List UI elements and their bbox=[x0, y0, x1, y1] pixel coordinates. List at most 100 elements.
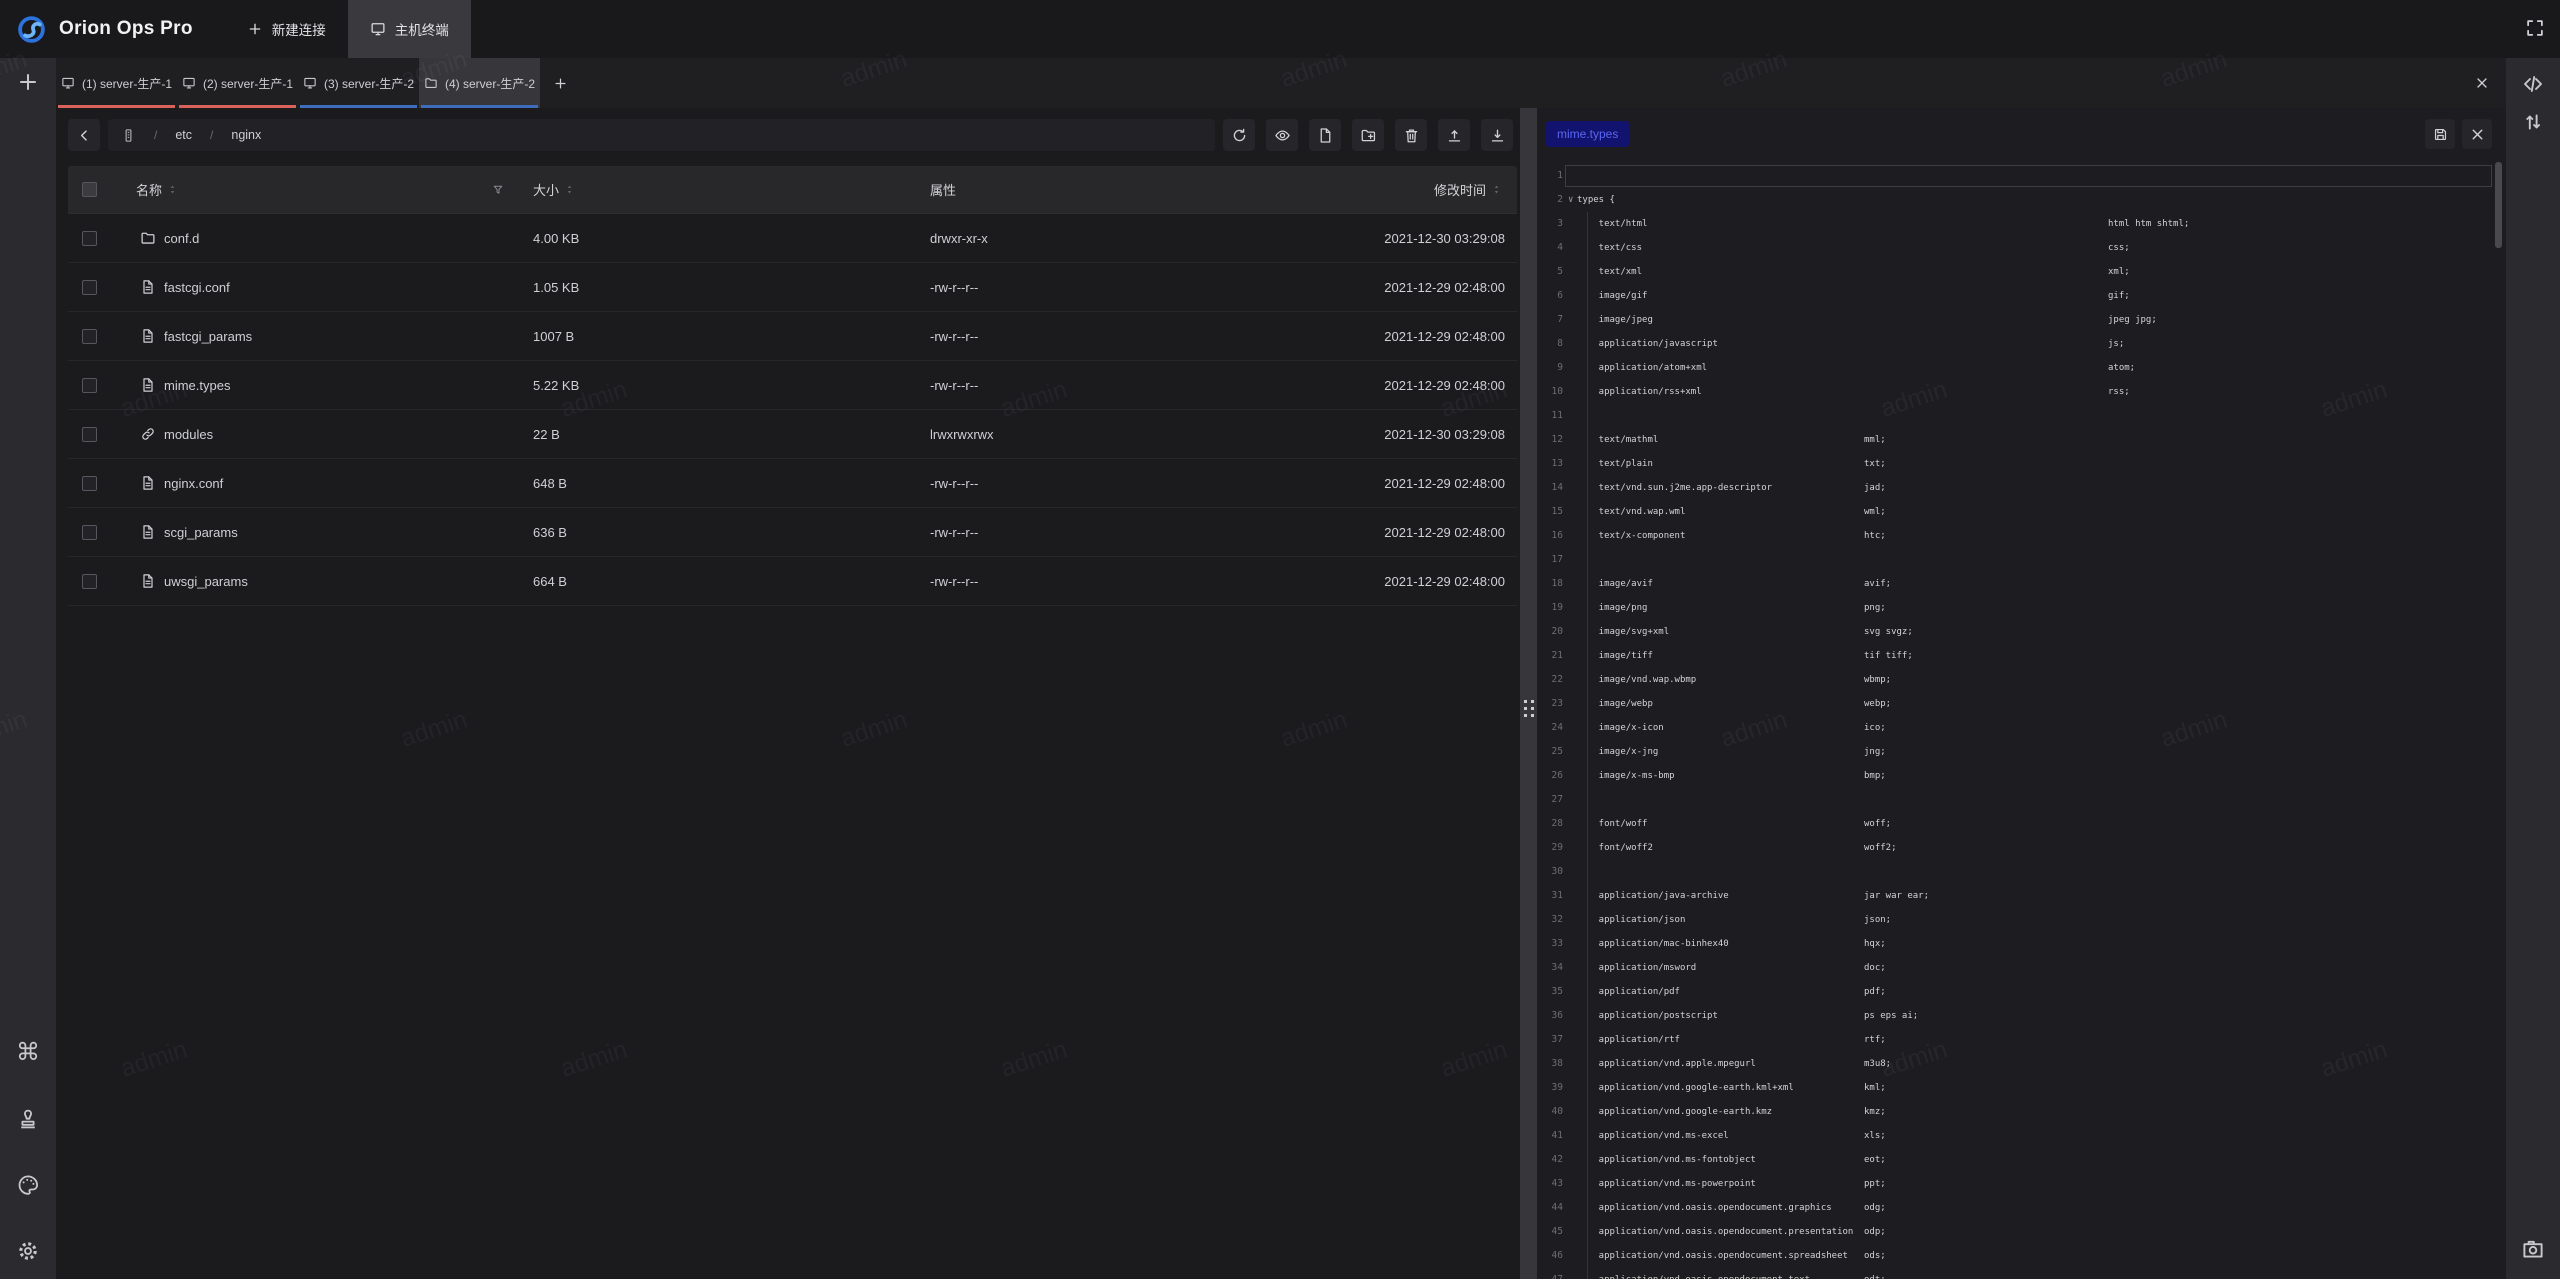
session-tab[interactable]: (1) server-生产-1 bbox=[56, 58, 177, 108]
upload-button[interactable] bbox=[1438, 119, 1470, 151]
line-number: 23 bbox=[1537, 692, 1563, 716]
fold-icon[interactable]: ∨ bbox=[1568, 188, 1573, 212]
code-line: 7 image/jpeg jpeg jpg; bbox=[1537, 308, 2506, 332]
code-extensions: css; bbox=[2108, 236, 2130, 260]
new-folder-button[interactable] bbox=[1352, 119, 1384, 151]
file-permissions: -rw-r--r-- bbox=[930, 378, 1380, 393]
code-text: image/svg+xml bbox=[1577, 620, 1669, 644]
select-all-checkbox[interactable] bbox=[82, 182, 97, 197]
line-number: 32 bbox=[1537, 908, 1563, 932]
session-tab-label: (3) server-生产-2 bbox=[324, 75, 414, 92]
row-checkbox[interactable] bbox=[82, 427, 97, 442]
line-number: 29 bbox=[1537, 836, 1563, 860]
right-rail bbox=[2506, 58, 2560, 1279]
file-name[interactable]: fastcgi.conf bbox=[164, 280, 230, 295]
row-checkbox[interactable] bbox=[82, 378, 97, 393]
code-text: application/vnd.oasis.opendocument.prese… bbox=[1577, 1220, 1853, 1244]
session-tab[interactable]: (3) server-生产-2 bbox=[298, 58, 419, 108]
code-text: application/vnd.apple.mpegurl bbox=[1577, 1052, 1756, 1076]
column-header-name[interactable]: 名称 bbox=[132, 180, 533, 199]
breadcrumb: / etc / nginx bbox=[108, 119, 1215, 151]
new-tab-button[interactable] bbox=[540, 58, 580, 108]
code-extensions: xml; bbox=[2108, 260, 2130, 284]
file-name[interactable]: uwsgi_params bbox=[164, 574, 248, 589]
row-checkbox[interactable] bbox=[82, 574, 97, 589]
new-file-button[interactable] bbox=[1309, 119, 1341, 151]
file-name[interactable]: fastcgi_params bbox=[164, 329, 252, 344]
file-name[interactable]: scgi_params bbox=[164, 525, 238, 540]
row-checkbox[interactable] bbox=[82, 280, 97, 295]
command-icon: ⌘ bbox=[16, 1039, 40, 1066]
file-row[interactable]: fastcgi_params 1007 B -rw-r--r-- 2021-12… bbox=[68, 312, 1517, 361]
file-row[interactable]: modules 22 B lrwxrwxrwx 2021-12-30 03:29… bbox=[68, 410, 1517, 459]
menu-new-connection[interactable]: 新建连接 bbox=[225, 0, 348, 58]
new-session-button[interactable] bbox=[16, 70, 40, 94]
floppy-icon bbox=[2432, 126, 2449, 143]
code-extensions: kmz; bbox=[1864, 1100, 1886, 1124]
row-checkbox[interactable] bbox=[82, 329, 97, 344]
command-snippets-button[interactable]: ⌘ bbox=[16, 1041, 40, 1065]
command-bar-button[interactable] bbox=[2521, 72, 2545, 96]
drive-icon[interactable] bbox=[121, 128, 136, 143]
file-name[interactable]: mime.types bbox=[164, 378, 230, 393]
code-editor[interactable]: 1 2 ∨ types { 3 text/html html htm sh bbox=[1537, 160, 2506, 1279]
filter-icon[interactable] bbox=[491, 183, 505, 197]
file-row[interactable]: scgi_params 636 B -rw-r--r-- 2021-12-29 … bbox=[68, 508, 1517, 557]
code-extensions: xls; bbox=[1864, 1124, 1886, 1148]
file-row[interactable]: uwsgi_params 664 B -rw-r--r-- 2021-12-29… bbox=[68, 557, 1517, 606]
file-row[interactable]: conf.d 4.00 KB drwxr-xr-x 2021-12-30 03:… bbox=[68, 214, 1517, 263]
row-checkbox[interactable] bbox=[82, 231, 97, 246]
menu-host-terminal[interactable]: 主机终端 bbox=[348, 0, 471, 58]
file-row[interactable]: nginx.conf 648 B -rw-r--r-- 2021-12-29 0… bbox=[68, 459, 1517, 508]
editor-close-button[interactable] bbox=[2462, 119, 2492, 149]
code-text: font/woff bbox=[1577, 812, 1647, 836]
file-row[interactable]: mime.types 5.22 KB -rw-r--r-- 2021-12-29… bbox=[68, 361, 1517, 410]
code-line: 39 application/vnd.google-earth.kml+xml … bbox=[1537, 1076, 2506, 1100]
line-number: 41 bbox=[1537, 1124, 1563, 1148]
column-header-mtime[interactable]: 修改时间 bbox=[1380, 180, 1517, 199]
row-checkbox[interactable] bbox=[82, 476, 97, 491]
column-header-size[interactable]: 大小 bbox=[533, 180, 930, 199]
code-line: 11 bbox=[1537, 404, 2506, 428]
code-line: 32 application/json json; bbox=[1537, 908, 2506, 932]
line-number: 10 bbox=[1537, 380, 1563, 404]
sort-icon[interactable] bbox=[563, 183, 576, 196]
code-text: image/gif bbox=[1577, 284, 1647, 308]
splitter-handle-icon[interactable] bbox=[1524, 700, 1534, 717]
file-row[interactable]: fastcgi.conf 1.05 KB -rw-r--r-- 2021-12-… bbox=[68, 263, 1517, 312]
file-name[interactable]: modules bbox=[164, 427, 213, 442]
breadcrumb-segment-name[interactable]: etc bbox=[175, 128, 192, 142]
preview-button[interactable] bbox=[1266, 119, 1298, 151]
file-type-icon bbox=[140, 328, 156, 344]
code-line: 8 application/javascript js; bbox=[1537, 332, 2506, 356]
screenshot-button[interactable] bbox=[2521, 1237, 2545, 1261]
session-tab[interactable]: (2) server-生产-1 bbox=[177, 58, 298, 108]
save-button[interactable] bbox=[2425, 119, 2455, 149]
panel-splitter[interactable] bbox=[1520, 108, 1537, 1279]
delete-button[interactable] bbox=[1395, 119, 1427, 151]
file-mtime: 2021-12-29 02:48:00 bbox=[1380, 574, 1517, 589]
session-tab[interactable]: (4) server-生产-2 bbox=[419, 58, 540, 108]
identity-button[interactable] bbox=[16, 1107, 40, 1131]
code-line: 4 text/css css; bbox=[1537, 236, 2506, 260]
sort-icon[interactable] bbox=[1490, 183, 1503, 196]
editor-scrollbar-thumb[interactable] bbox=[2495, 162, 2502, 248]
code-text: image/x-jng bbox=[1577, 740, 1658, 764]
file-name[interactable]: nginx.conf bbox=[164, 476, 223, 491]
code-line: 18 image/avif avif; bbox=[1537, 572, 2506, 596]
fullscreen-button[interactable] bbox=[2524, 17, 2546, 39]
refresh-button[interactable] bbox=[1223, 119, 1255, 151]
line-number: 45 bbox=[1537, 1220, 1563, 1244]
line-number: 11 bbox=[1537, 404, 1563, 428]
back-button[interactable] bbox=[68, 119, 100, 151]
theme-button[interactable] bbox=[16, 1173, 40, 1197]
file-name[interactable]: conf.d bbox=[164, 231, 199, 246]
editor-file-tab[interactable]: mime.types bbox=[1546, 121, 1629, 147]
row-checkbox[interactable] bbox=[82, 525, 97, 540]
download-button[interactable] bbox=[1481, 119, 1513, 151]
breadcrumb-segment-name[interactable]: nginx bbox=[231, 128, 261, 142]
close-session-button[interactable] bbox=[2474, 58, 2490, 108]
settings-button[interactable] bbox=[16, 1239, 40, 1263]
transfer-list-button[interactable] bbox=[2521, 110, 2545, 134]
sort-icon[interactable] bbox=[166, 183, 179, 196]
